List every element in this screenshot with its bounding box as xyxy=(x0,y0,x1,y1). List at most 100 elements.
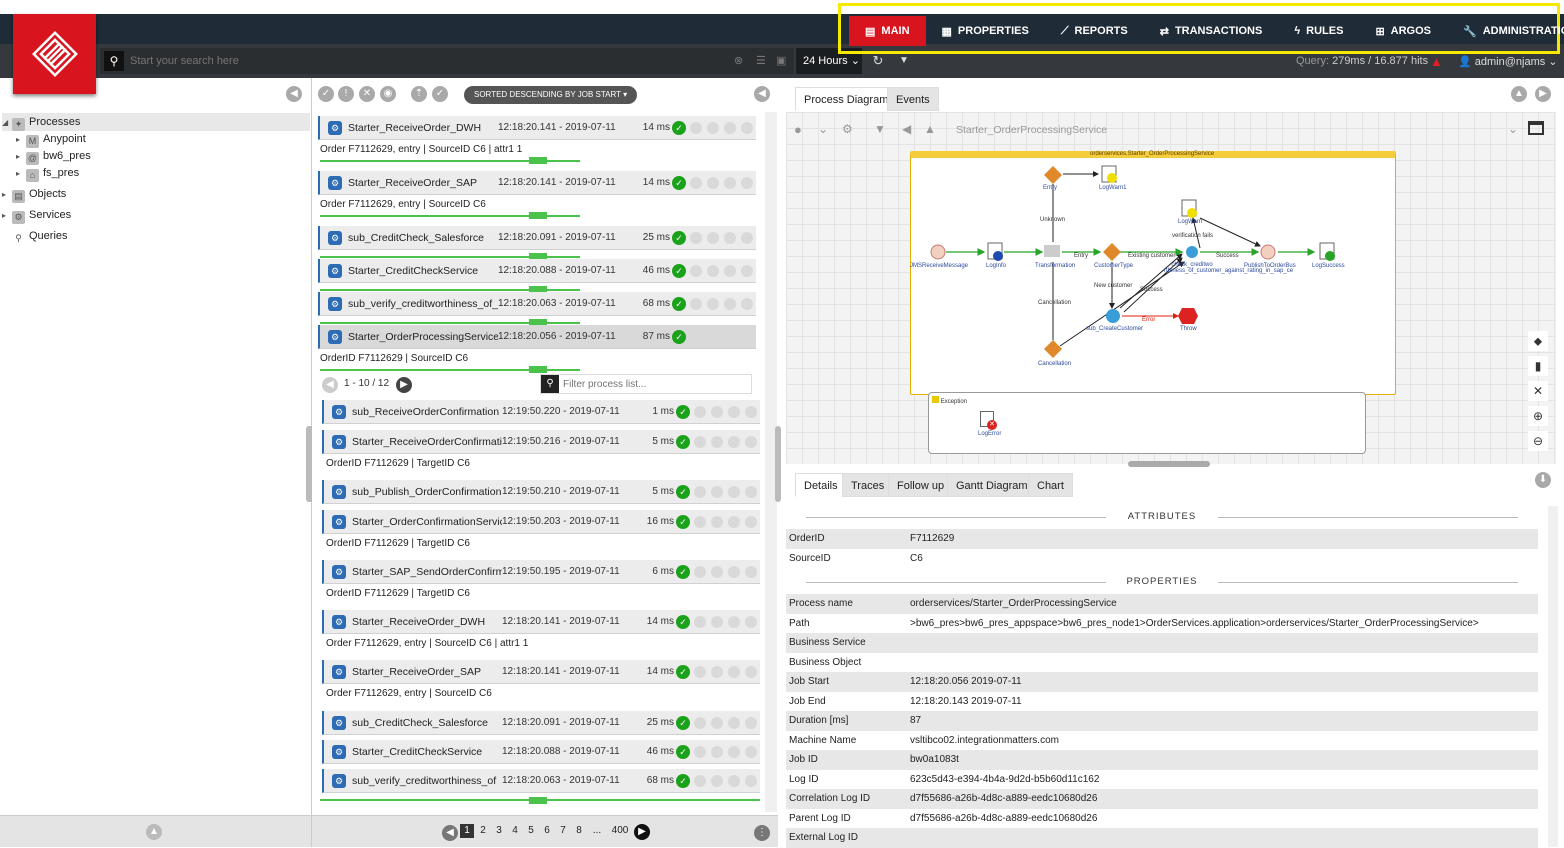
alert-icon[interactable]: ▲ xyxy=(1430,54,1443,69)
node-logerror[interactable]: LogError xyxy=(978,431,1001,437)
search-input[interactable] xyxy=(130,52,690,70)
page-7[interactable]: 7 xyxy=(556,824,570,838)
app-logo[interactable] xyxy=(13,14,96,94)
tree-objects[interactable]: ▸ ▤ Objects xyxy=(2,185,66,203)
nav-argos[interactable]: ⊞ ARGOS xyxy=(1359,16,1447,46)
status-dot[interactable] xyxy=(728,775,740,787)
status-dot[interactable] xyxy=(745,666,757,678)
check-icon[interactable]: ✓ xyxy=(432,86,448,102)
nav-reports[interactable]: ⟋ REPORTS xyxy=(1045,16,1144,46)
status-dot[interactable] xyxy=(711,666,723,678)
status-dot[interactable] xyxy=(728,566,740,578)
status-dot[interactable] xyxy=(711,436,723,448)
node-check-creditworthiness[interactable]: check_creditwo rthiness_of_customer_agai… xyxy=(1164,262,1293,274)
status-dot[interactable] xyxy=(690,265,702,277)
page-3[interactable]: 3 xyxy=(492,824,506,838)
zoom-in-icon[interactable]: ⊕ xyxy=(1528,406,1548,426)
tree-processes[interactable]: ◢ ✦ Processes xyxy=(2,113,310,131)
node-throw[interactable]: Throw xyxy=(1180,326,1197,332)
status-dot[interactable] xyxy=(711,516,723,528)
process-row[interactable]: ⚙ Starter_ReceiveOrderConfirmation 12:19:5… xyxy=(322,430,760,454)
status-dot[interactable] xyxy=(745,775,757,787)
status-dot[interactable] xyxy=(728,717,740,729)
diagram-process-select[interactable]: Starter_OrderProcessingService xyxy=(956,124,1107,136)
down-arrow-icon[interactable]: ▼ xyxy=(874,122,886,136)
node-logsuccess[interactable]: LogSuccess xyxy=(1312,263,1345,269)
status-dot[interactable] xyxy=(745,436,757,448)
tab-follow-up[interactable]: Follow up xyxy=(888,473,954,497)
status-dot[interactable] xyxy=(745,616,757,628)
status-dot[interactable] xyxy=(711,616,723,628)
status-dot[interactable] xyxy=(690,331,702,343)
status-dot[interactable] xyxy=(728,406,740,418)
up-arrow-icon[interactable]: ▲ xyxy=(924,122,936,136)
status-dot[interactable] xyxy=(728,666,740,678)
page-6[interactable]: 6 xyxy=(540,824,554,838)
info-icon[interactable]: ⋮ xyxy=(754,825,770,841)
page-400[interactable]: 400 xyxy=(610,824,630,838)
tree-services[interactable]: ▸ ⚙ Services xyxy=(2,206,71,224)
prev-page-icon[interactable]: ◀ xyxy=(442,825,458,841)
tab-events[interactable]: Events xyxy=(887,87,939,111)
tree-fs-pres[interactable]: ▸ ⌂ fs_pres xyxy=(16,164,79,182)
tree-anypoint[interactable]: ▸ M Anypoint xyxy=(16,130,86,148)
status-dot[interactable] xyxy=(707,232,719,244)
status-dot[interactable] xyxy=(741,331,753,343)
status-dot[interactable] xyxy=(694,717,706,729)
status-dot[interactable] xyxy=(707,331,719,343)
status-dot[interactable] xyxy=(741,122,753,134)
status-dot[interactable] xyxy=(711,775,723,787)
process-row[interactable]: ⚙ sub_verify_creditworthiness_of 12:18:20.… xyxy=(322,769,760,793)
node-entry[interactable]: Entry xyxy=(1043,185,1057,191)
node-cancellation[interactable]: Cancellation xyxy=(1038,361,1071,367)
status-dot[interactable] xyxy=(741,232,753,244)
status-dot[interactable] xyxy=(694,406,706,418)
sort-selector[interactable]: SORTED DESCENDING BY JOB START ▾ xyxy=(464,86,638,104)
tab-chart[interactable]: Chart xyxy=(1028,473,1073,497)
process-row[interactable]: ⚙ Starter_OrderProcessingService 12:18:20.… xyxy=(318,325,756,349)
status-dot[interactable] xyxy=(728,486,740,498)
node-jms-receive[interactable]: JMSReceiveMessage xyxy=(910,263,968,269)
process-row[interactable]: ⚙ Starter_CreditCheckService 12:18:20.088 … xyxy=(322,740,760,764)
search-icon[interactable]: ⚲ xyxy=(104,51,124,71)
node-customertype[interactable]: CustomerType xyxy=(1094,263,1133,269)
status-dot[interactable] xyxy=(711,406,723,418)
page-8[interactable]: 8 xyxy=(572,824,586,838)
status-dot[interactable] xyxy=(745,746,757,758)
collapse-icon[interactable]: ✕ xyxy=(1528,381,1548,401)
zoom-out-icon[interactable]: ⊖ xyxy=(1528,431,1548,451)
status-dot[interactable] xyxy=(728,746,740,758)
list-icon[interactable]: ☰ xyxy=(756,54,766,67)
status-dot[interactable] xyxy=(707,298,719,310)
middle-resize-handle[interactable] xyxy=(775,426,781,502)
status-dot[interactable] xyxy=(711,746,723,758)
status-dot[interactable] xyxy=(694,566,706,578)
process-row[interactable]: ⚙ Starter_ReceiveOrder_SAP 12:18:20.141 - … xyxy=(318,171,756,195)
pin-icon[interactable]: ● xyxy=(794,122,802,137)
running-filter-icon[interactable]: ◉ xyxy=(380,86,396,102)
nav-properties[interactable]: ▦ PROPERTIES xyxy=(926,16,1045,46)
status-dot[interactable] xyxy=(745,516,757,528)
nav-administration[interactable]: 🔧ADMINISTRATION xyxy=(1447,16,1564,46)
filter-process-input[interactable] xyxy=(563,377,743,391)
status-dot[interactable] xyxy=(711,717,723,729)
warning-filter-icon[interactable]: ! xyxy=(338,86,354,102)
status-dot[interactable] xyxy=(724,298,736,310)
process-row[interactable]: ⚙ sub_verify_creditworthiness_of_ 12:18:20… xyxy=(318,292,756,316)
status-dot[interactable] xyxy=(724,177,736,189)
status-dot[interactable] xyxy=(707,177,719,189)
page-2[interactable]: 2 xyxy=(476,824,490,838)
status-dot[interactable] xyxy=(711,486,723,498)
status-dot[interactable] xyxy=(694,436,706,448)
status-dot[interactable] xyxy=(745,486,757,498)
details-scrollbar[interactable] xyxy=(1548,506,1558,847)
prev-page-icon[interactable]: ◀ xyxy=(322,377,338,393)
nav-main[interactable]: ▤ MAIN xyxy=(849,16,926,46)
up-arrow-icon[interactable]: ▲ xyxy=(146,824,162,840)
nav-transactions[interactable]: ⇄ TRANSACTIONS xyxy=(1144,16,1279,46)
chevron-down-icon[interactable]: ⌄ xyxy=(1508,122,1518,136)
status-dot[interactable] xyxy=(741,298,753,310)
user-menu[interactable]: 👤 admin@njams ⌄ xyxy=(1458,55,1558,68)
tree-queries[interactable]: ⚲ Queries xyxy=(2,227,67,245)
process-row[interactable]: ⚙ Starter_SAP_SendOrderConfirm 12:19:50.19… xyxy=(322,560,760,584)
